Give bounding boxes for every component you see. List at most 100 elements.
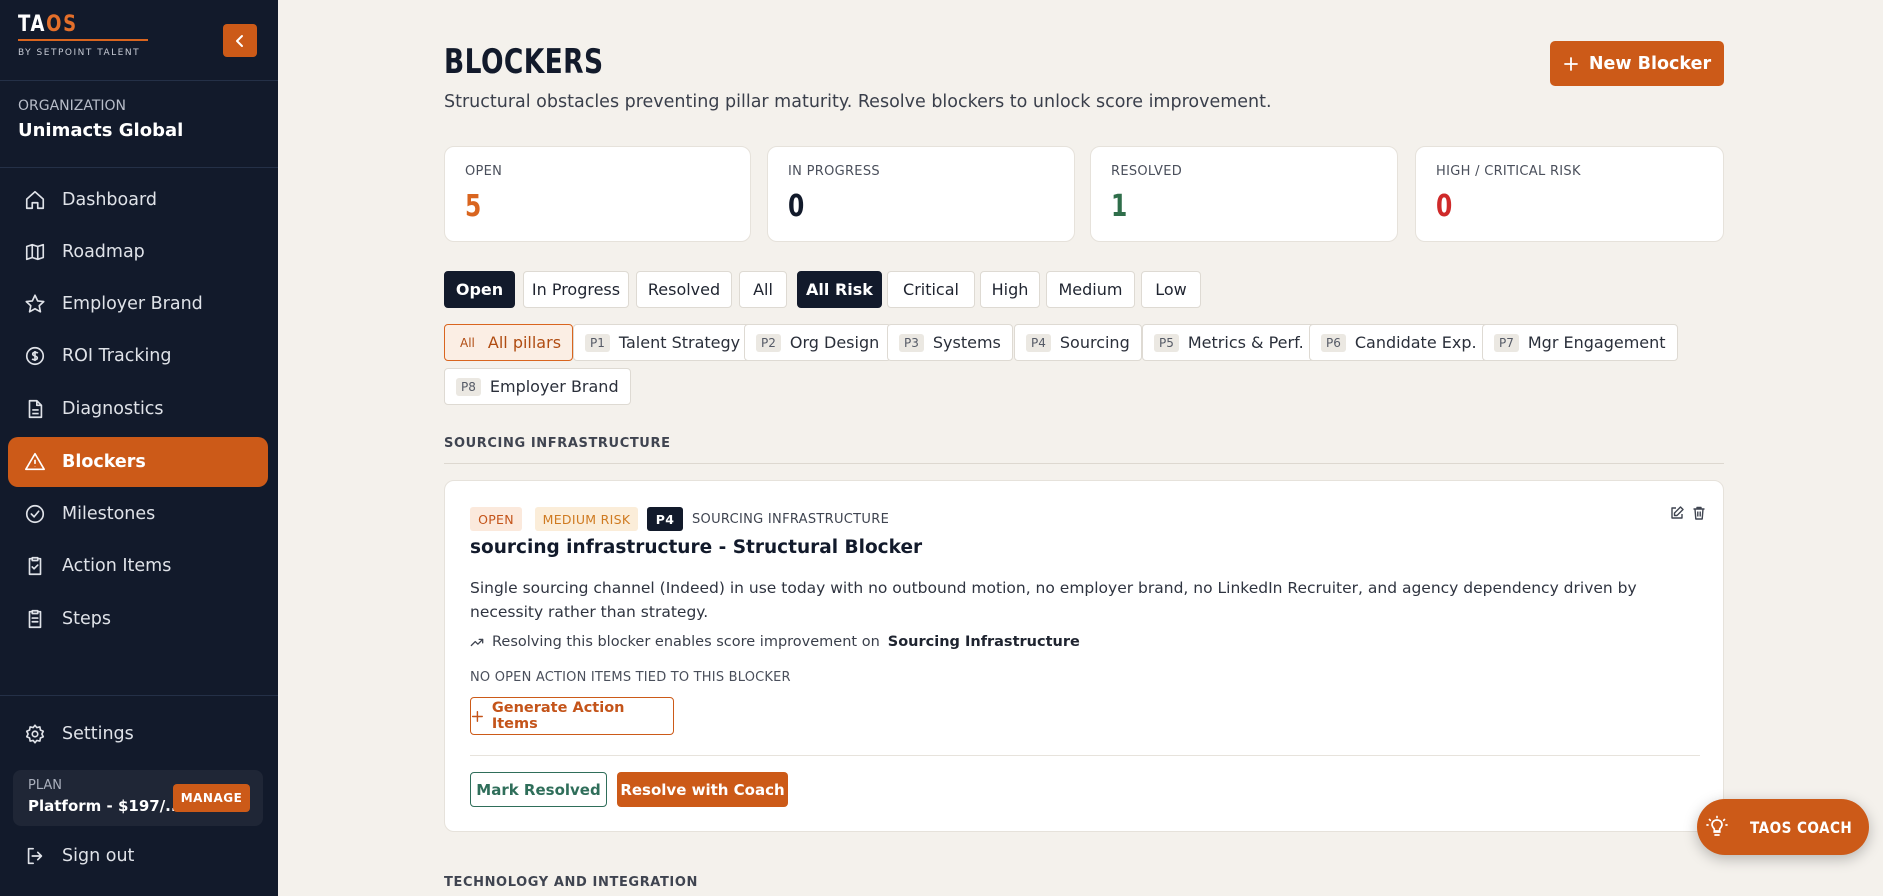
- blocker-description: Single sourcing channel (Indeed) in use …: [470, 579, 1637, 621]
- score-note-text: Resolving this blocker enables score imp…: [492, 634, 880, 650]
- nav-item-settings[interactable]: Settings: [8, 709, 268, 759]
- pillar-label: Employer Brand: [489, 377, 619, 396]
- gear-icon: [25, 724, 45, 744]
- plan-value: Platform - $197/...: [28, 797, 183, 815]
- pillar-badge: P4: [647, 507, 683, 531]
- nav-item-milestones[interactable]: Milestones: [8, 489, 268, 539]
- home-icon: [25, 190, 45, 210]
- new-blocker-label: New Blocker: [1588, 53, 1712, 74]
- pillar-label: All pillars: [487, 333, 562, 352]
- nav-item-blockers[interactable]: Blockers: [8, 437, 268, 487]
- section-heading: SOURCING INFRASTRUCTURE: [444, 436, 671, 451]
- filter-pillar-p1[interactable]: P1 Talent Strategy: [573, 324, 753, 361]
- filter-risk-critical[interactable]: Critical: [887, 271, 975, 308]
- filter-status-open[interactable]: Open: [444, 271, 515, 308]
- filter-risk-all[interactable]: All Risk: [797, 271, 882, 308]
- nav-item-steps[interactable]: Steps: [8, 594, 268, 644]
- nav-label: ROI Tracking: [62, 346, 172, 366]
- trash-icon[interactable]: [1691, 505, 1707, 521]
- main-content: BLOCKERS Structural obstacles preventing…: [278, 0, 1883, 896]
- nav-item-roadmap[interactable]: Roadmap: [8, 227, 268, 277]
- stat-value: 0: [788, 189, 805, 224]
- filter-pillar-p6[interactable]: P6 Candidate Exp.: [1309, 324, 1489, 361]
- edit-icon[interactable]: [1669, 505, 1685, 521]
- nav-label: Dashboard: [62, 190, 157, 210]
- stat-card-resolved: RESOLVED 1: [1090, 146, 1398, 242]
- filter-status-all[interactable]: All: [739, 271, 787, 308]
- pillar-code: P2: [756, 333, 781, 352]
- filter-risk-low[interactable]: Low: [1141, 271, 1201, 308]
- map-icon: [25, 243, 45, 261]
- blocker-card: OPEN MEDIUM RISK P4 SOURCING INFRASTRUCT…: [444, 480, 1724, 832]
- filter-status-in-progress[interactable]: In Progress: [523, 271, 629, 308]
- pillar-code: P1: [585, 333, 610, 352]
- card-divider: [470, 755, 1700, 756]
- status-badge: OPEN: [470, 507, 522, 531]
- nav-item-employer-brand[interactable]: Employer Brand: [8, 279, 268, 329]
- generate-action-items-button[interactable]: Generate Action Items: [470, 697, 674, 735]
- pillar-code: P7: [1494, 333, 1519, 352]
- lightbulb-icon: [1706, 815, 1728, 836]
- logo-underline: [18, 39, 148, 41]
- dollar-circle-icon: [25, 346, 45, 366]
- logo-text: TA: [18, 12, 47, 37]
- pillar-code: P6: [1321, 333, 1346, 352]
- stat-card-in-progress: IN PROGRESS 0: [767, 146, 1075, 242]
- score-note: Resolving this blocker enables score imp…: [470, 634, 1080, 650]
- resolve-with-coach-button[interactable]: Resolve with Coach: [617, 772, 788, 807]
- filter-pillar-p8[interactable]: P8 Employer Brand: [444, 368, 631, 405]
- filter-pillar-p4[interactable]: P4 Sourcing: [1014, 324, 1142, 361]
- nav-item-roi-tracking[interactable]: ROI Tracking: [8, 331, 268, 381]
- clipboard-list-icon: [28, 609, 42, 629]
- stat-value: 1: [1111, 189, 1128, 224]
- section-heading: TECHNOLOGY AND INTEGRATION: [444, 875, 698, 890]
- sidebar: TAOS BY SETPOINT TALENT ORGANIZATION Uni…: [0, 0, 278, 896]
- manage-plan-button[interactable]: MANAGE: [173, 784, 250, 812]
- nav-label: Employer Brand: [62, 294, 203, 314]
- filter-risk-medium[interactable]: Medium: [1046, 271, 1135, 308]
- star-icon: [25, 294, 45, 313]
- generate-label: Generate Action Items: [491, 700, 625, 732]
- nav-label: Roadmap: [62, 242, 145, 262]
- taos-coach-label: TAOS COACH: [1749, 817, 1853, 837]
- stat-card-high-critical: HIGH / CRITICAL RISK 0: [1415, 146, 1724, 242]
- pillar-label: Mgr Engagement: [1527, 333, 1666, 352]
- sign-out-button[interactable]: Sign out: [8, 831, 268, 881]
- stat-label: OPEN: [465, 164, 503, 179]
- page-title: BLOCKERS: [444, 42, 604, 82]
- filter-pillar-all[interactable]: All All pillars: [444, 324, 574, 361]
- stat-label: HIGH / CRITICAL RISK: [1436, 164, 1581, 179]
- nav-item-action-items[interactable]: Action Items: [8, 541, 268, 591]
- stat-card-open: OPEN 5: [444, 146, 751, 242]
- stat-value: 5: [465, 189, 482, 224]
- filter-pillar-p7[interactable]: P7 Mgr Engagement: [1482, 324, 1678, 361]
- document-icon: [28, 399, 43, 419]
- mark-resolved-button[interactable]: Mark Resolved: [470, 772, 607, 807]
- pillar-code: P3: [899, 333, 924, 352]
- pillar-label: Systems: [932, 333, 1001, 352]
- blocker-title: sourcing infrastructure - Structural Blo…: [470, 537, 923, 558]
- filter-pillar-p2[interactable]: P2 Org Design: [744, 324, 892, 361]
- filter-risk-high[interactable]: High: [980, 271, 1040, 308]
- collapse-sidebar-button[interactable]: [223, 24, 257, 57]
- taos-coach-button[interactable]: TAOS COACH: [1697, 799, 1869, 855]
- section-divider: [444, 463, 1724, 464]
- nav-label: Action Items: [62, 556, 172, 576]
- filter-status-resolved[interactable]: Resolved: [636, 271, 732, 308]
- trending-up-icon: [470, 638, 484, 647]
- pillar-code: P4: [1026, 333, 1051, 352]
- pillar-code: P5: [1154, 333, 1179, 352]
- filter-pillar-p3[interactable]: P3 Systems: [887, 324, 1013, 361]
- new-blocker-button[interactable]: New Blocker: [1550, 41, 1724, 86]
- check-circle-icon: [25, 504, 45, 524]
- brand-logo: TAOS BY SETPOINT TALENT: [18, 12, 148, 58]
- chevron-left-icon: [236, 34, 243, 47]
- filter-pillar-p5[interactable]: P5 Metrics & Perf.: [1142, 324, 1316, 361]
- brand-tagline: BY SETPOINT TALENT: [18, 48, 141, 58]
- nav-label: Sign out: [62, 846, 135, 866]
- clipboard-check-icon: [28, 556, 42, 576]
- stat-label: IN PROGRESS: [788, 164, 880, 179]
- nav-item-dashboard[interactable]: Dashboard: [8, 175, 268, 225]
- nav-item-diagnostics[interactable]: Diagnostics: [8, 384, 268, 434]
- nav-label: Steps: [62, 609, 111, 629]
